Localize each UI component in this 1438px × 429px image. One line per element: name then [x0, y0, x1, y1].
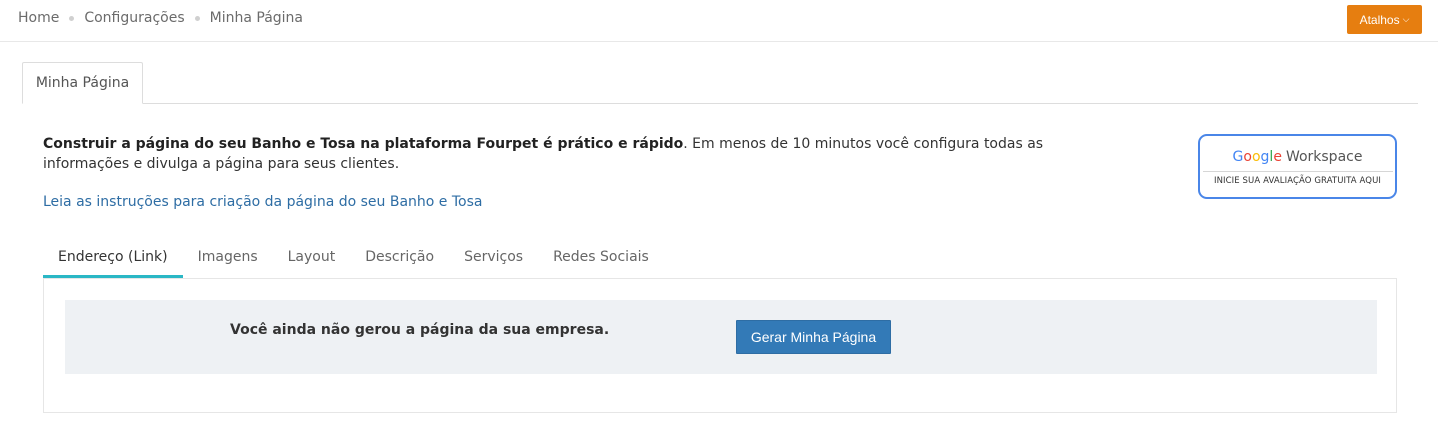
tab-servicos[interactable]: Serviços — [449, 236, 538, 278]
breadcrumb: Home Configurações Minha Página — [18, 10, 303, 26]
tab-minha-pagina[interactable]: Minha Página — [22, 62, 143, 104]
page-tabs: Minha Página — [22, 62, 1418, 104]
tab-layout[interactable]: Layout — [273, 236, 351, 278]
tab-endereco-link[interactable]: Endereço (Link) — [43, 236, 183, 278]
tab-redes-sociais[interactable]: Redes Sociais — [538, 236, 664, 278]
notice-box: Você ainda não gerou a página da sua emp… — [65, 300, 1377, 374]
shortcuts-button[interactable]: Atalhos ⌵ — [1347, 5, 1422, 34]
shortcuts-label: Atalhos — [1359, 12, 1400, 27]
config-tabs: Endereço (Link) Imagens Layout Descrição… — [43, 236, 664, 278]
tab-imagens[interactable]: Imagens — [183, 236, 273, 278]
tab-panel: Você ainda não gerou a página da sua emp… — [43, 278, 1397, 413]
tab-descricao[interactable]: Descrição — [350, 236, 449, 278]
breadcrumb-separator-icon — [69, 15, 75, 21]
breadcrumb-separator-icon — [194, 15, 200, 21]
banner-divider — [1202, 170, 1393, 172]
chevron-down-icon: ⌵ — [1402, 14, 1410, 24]
breadcrumb-home[interactable]: Home — [18, 10, 59, 26]
instructions-link[interactable]: Leia as instruções para criação da págin… — [43, 194, 482, 210]
google-workspace-logo: Google Workspace — [1233, 148, 1363, 166]
generate-page-button[interactable]: Gerar Minha Página — [736, 320, 891, 354]
breadcrumb-configuracoes[interactable]: Configurações — [84, 10, 184, 26]
intro-bold-text: Construir a página do seu Banho e Tosa n… — [43, 136, 684, 152]
intro-text: Construir a página do seu Banho e Tosa n… — [43, 134, 1053, 174]
workspace-label: Workspace — [1285, 148, 1363, 165]
notice-text: Você ainda não gerou a página da sua emp… — [230, 322, 610, 338]
google-logo: Google — [1232, 148, 1282, 165]
breadcrumb-current: Minha Página — [209, 10, 304, 26]
google-workspace-banner[interactable]: Google Workspace INICIE SUA AVALIAÇÃO GRA… — [1198, 134, 1397, 199]
top-bar: Home Configurações Minha Página Atalhos … — [0, 0, 1438, 42]
free-trial-label: INICIE SUA AVALIAÇÃO GRATUITA AQUI — [1213, 175, 1382, 186]
